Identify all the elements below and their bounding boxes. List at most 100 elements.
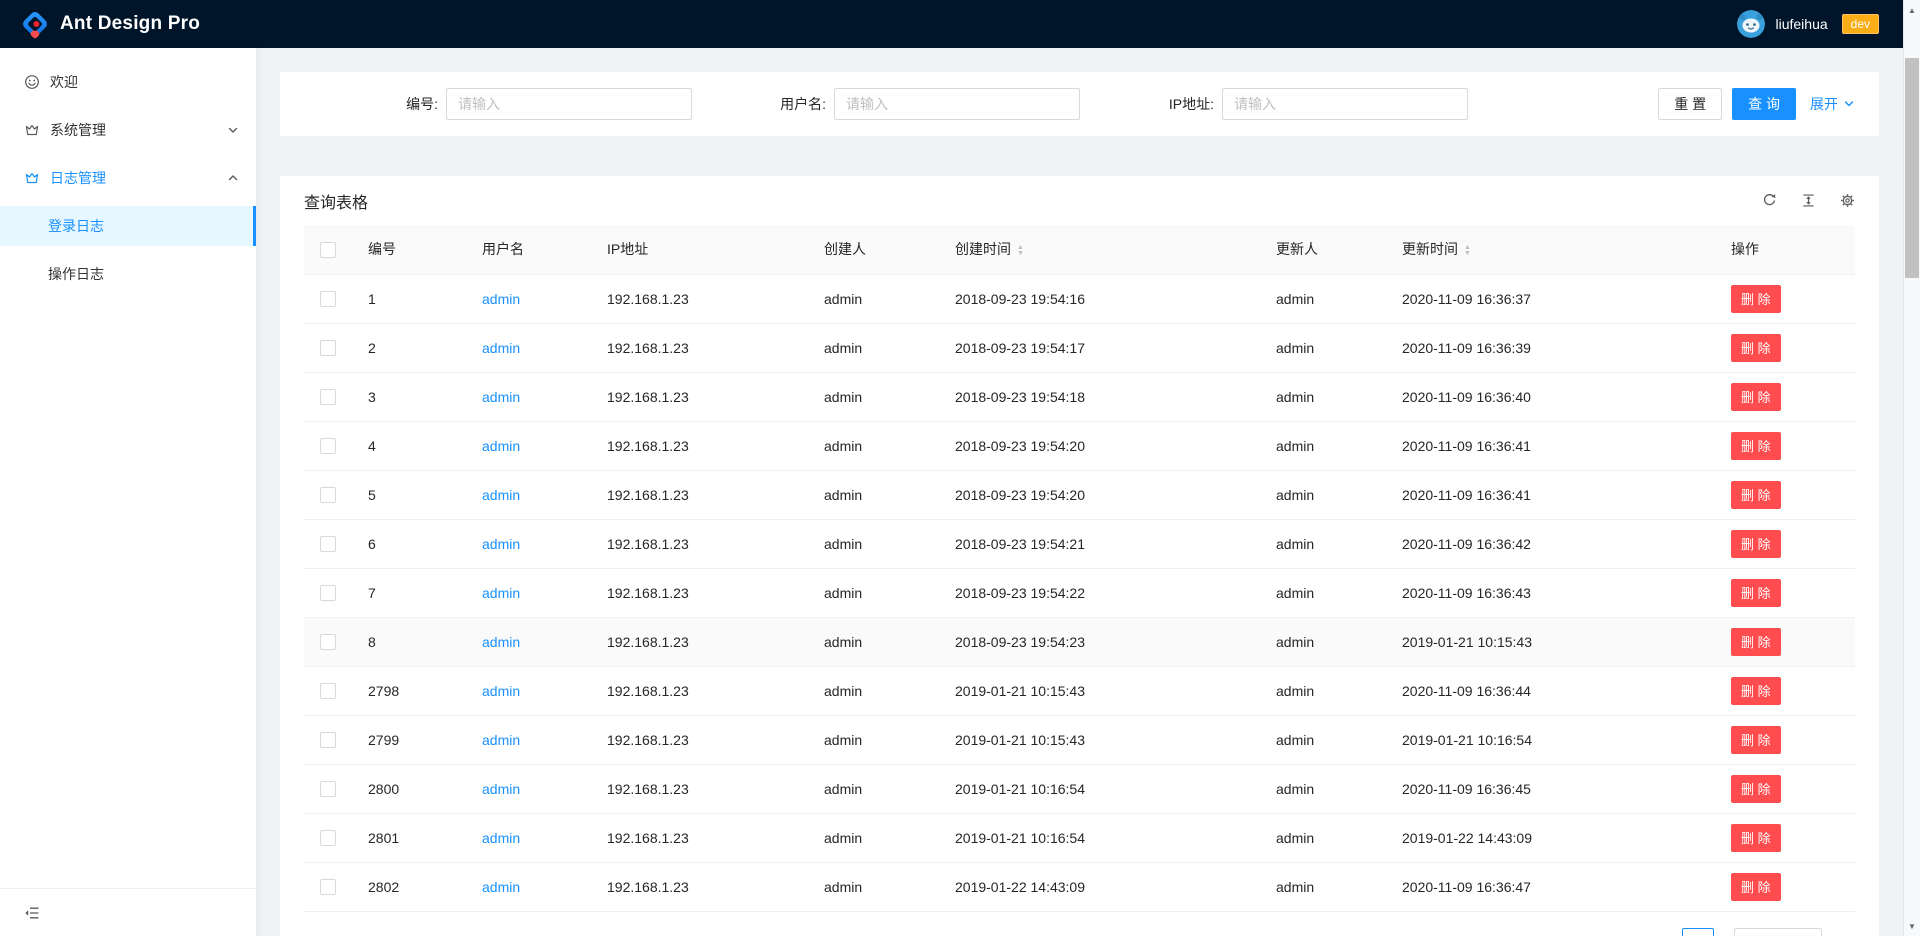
cell-action: 删 除 (1715, 323, 1855, 372)
row-checkbox[interactable] (320, 781, 336, 797)
username-link[interactable]: admin (482, 732, 520, 748)
query-button[interactable]: 查 询 (1732, 88, 1796, 120)
username-link[interactable]: admin (482, 536, 520, 552)
reload-button[interactable] (1762, 193, 1777, 208)
delete-button[interactable]: 删 除 (1731, 873, 1781, 901)
table-row: 6admin192.168.1.23admin2018-09-23 19:54:… (304, 519, 1855, 568)
sidebar: 欢迎 系统管理 日志管理 (0, 48, 256, 936)
delete-button[interactable]: 删 除 (1731, 530, 1781, 558)
cell-ip: 192.168.1.23 (591, 470, 808, 519)
username-field[interactable] (834, 88, 1080, 120)
delete-button[interactable]: 删 除 (1731, 285, 1781, 313)
chevron-down-icon (1843, 98, 1855, 110)
cell-updated-time: 2019-01-21 10:16:54 (1386, 715, 1715, 764)
sidebar-item-log-management[interactable]: 日志管理 (0, 158, 256, 198)
sidebar-item-label: 日志管理 (50, 168, 106, 188)
cell-updater: admin (1260, 813, 1386, 862)
username-link[interactable]: admin (482, 830, 520, 846)
expand-link[interactable]: 展开 (1810, 94, 1855, 114)
username-link[interactable]: admin (482, 634, 520, 650)
username-link[interactable]: admin (482, 683, 520, 699)
cell-created-time: 2018-09-23 19:54:21 (939, 519, 1260, 568)
row-checkbox[interactable] (320, 536, 336, 552)
cell-created-time: 2019-01-21 10:16:54 (939, 813, 1260, 862)
cell-id: 2802 (352, 862, 466, 911)
cell-ip: 192.168.1.23 (591, 421, 808, 470)
cell-ip: 192.168.1.23 (591, 568, 808, 617)
cell-updater: admin (1260, 372, 1386, 421)
username-link[interactable]: admin (482, 389, 520, 405)
username-link[interactable]: admin (482, 291, 520, 307)
scrollbar-up-arrow[interactable]: ▲ (1904, 2, 1920, 18)
crown-icon (24, 170, 40, 186)
username-link[interactable]: admin (482, 585, 520, 601)
username-link[interactable]: admin (482, 781, 520, 797)
sidebar-item-label: 操作日志 (48, 264, 104, 284)
sidebar-collapse-trigger[interactable] (0, 888, 256, 936)
delete-button[interactable]: 删 除 (1731, 726, 1781, 754)
delete-button[interactable]: 删 除 (1731, 383, 1781, 411)
cell-action: 删 除 (1715, 813, 1855, 862)
cell-id: 4 (352, 421, 466, 470)
cell-creator: admin (808, 274, 939, 323)
cell-id: 2 (352, 323, 466, 372)
column-settings-button[interactable] (1840, 193, 1855, 208)
pagination-size-select[interactable] (1734, 928, 1822, 936)
username-link[interactable]: admin (482, 340, 520, 356)
cell-username: admin (466, 764, 591, 813)
cell-creator: admin (808, 666, 939, 715)
cell-updated-time: 2020-11-09 16:36:47 (1386, 862, 1715, 911)
reset-button[interactable]: 重 置 (1658, 88, 1722, 120)
cell-ip: 192.168.1.23 (591, 764, 808, 813)
delete-button[interactable]: 删 除 (1731, 824, 1781, 852)
row-checkbox[interactable] (320, 879, 336, 895)
env-tag: dev (1842, 14, 1879, 34)
scrollbar-thumb[interactable] (1905, 58, 1919, 278)
form-item-username: 用户名: (692, 88, 1080, 120)
row-checkbox[interactable] (320, 340, 336, 356)
column-header-created-time[interactable]: 创建时间▲▼ (939, 225, 1260, 274)
row-checkbox[interactable] (320, 732, 336, 748)
delete-button[interactable]: 删 除 (1731, 677, 1781, 705)
user-avatar[interactable] (1737, 10, 1765, 38)
cell-action: 删 除 (1715, 274, 1855, 323)
sidebar-item-operation-log[interactable]: 操作日志 (0, 254, 256, 294)
delete-button[interactable]: 删 除 (1731, 481, 1781, 509)
logo[interactable]: Ant Design Pro (20, 9, 200, 39)
row-checkbox[interactable] (320, 389, 336, 405)
delete-button[interactable]: 删 除 (1731, 432, 1781, 460)
row-checkbox[interactable] (320, 438, 336, 454)
delete-button[interactable]: 删 除 (1731, 334, 1781, 362)
user-name[interactable]: liufeihua (1775, 16, 1827, 32)
table-row: 8admin192.168.1.23admin2018-09-23 19:54:… (304, 617, 1855, 666)
cell-ip: 192.168.1.23 (591, 715, 808, 764)
username-link[interactable]: admin (482, 438, 520, 454)
sidebar-item-welcome[interactable]: 欢迎 (0, 62, 256, 102)
pagination-active-page[interactable] (1682, 928, 1714, 936)
row-checkbox[interactable] (320, 487, 336, 503)
scrollbar-down-arrow[interactable]: ▼ (1904, 918, 1920, 934)
search-form-card: 编号: 用户名: IP地址: 重 置 查 询 展开 (280, 72, 1879, 136)
sidebar-item-system-management[interactable]: 系统管理 (0, 110, 256, 150)
page-scrollbar[interactable]: ▲ ▼ (1903, 0, 1920, 936)
sidebar-item-login-log[interactable]: 登录日志 (0, 206, 256, 246)
delete-button[interactable]: 删 除 (1731, 775, 1781, 803)
cell-id: 2801 (352, 813, 466, 862)
row-checkbox[interactable] (320, 683, 336, 699)
row-checkbox[interactable] (320, 585, 336, 601)
table-body: 1admin192.168.1.23admin2018-09-23 19:54:… (304, 274, 1855, 911)
row-checkbox[interactable] (320, 634, 336, 650)
density-button[interactable] (1801, 193, 1816, 208)
row-checkbox[interactable] (320, 830, 336, 846)
row-checkbox[interactable] (320, 291, 336, 307)
select-all-checkbox[interactable] (320, 242, 336, 258)
username-link[interactable]: admin (482, 879, 520, 895)
id-field[interactable] (446, 88, 692, 120)
username-link[interactable]: admin (482, 487, 520, 503)
cell-username: admin (466, 274, 591, 323)
column-header-updated-time[interactable]: 更新时间▲▼ (1386, 225, 1715, 274)
ant-design-logo-icon (20, 9, 50, 39)
delete-button[interactable]: 删 除 (1731, 628, 1781, 656)
ip-field[interactable] (1222, 88, 1468, 120)
delete-button[interactable]: 删 除 (1731, 579, 1781, 607)
